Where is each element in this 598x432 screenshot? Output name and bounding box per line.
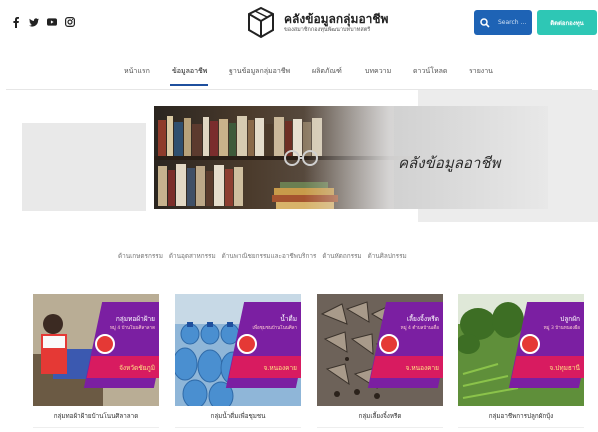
logo-subtitle: ของสมาชิกกองทุนพัฒนาบทบาทสตรี [284,27,371,33]
search-placeholder: Search ... [498,19,527,26]
card-caption[interactable]: กลุ่มน้ำดื่มเพื่อชุมชน [175,406,301,428]
main-nav: หน้าแรก ข้อมูลอาชีพ ฐานข้อมูลกลุ่มอาชีพ … [0,63,598,85]
card-image: กลุ่มทอผ้าฝ้าย หมู่ 4 บ้านโนนศิลาลาด จัง… [33,294,159,406]
category-agriculture[interactable]: ด้านเกษตรกรรม [118,251,163,261]
contact-button[interactable]: ติดต่อกองทุน [537,10,597,35]
category-filter: ด้านเกษตรกรรม ด้านอุตสาหกรรม ด้านพาณิชยก… [118,251,407,261]
card-caption[interactable]: กลุ่มเลี้ยงจิ้งหรีด [317,406,443,428]
logo-title: คลังข้อมูลกลุ่มอาชีพ [284,12,389,26]
category-commerce-services[interactable]: ด้านพาณิชยกรรมและอาชีพบริการ [222,251,317,261]
nav-item-articles[interactable]: บทความ [365,66,391,77]
card-image: เลี้ยงจิ้งหรีด หมู่ 4 ตำบลบ้านเดื่อ จ.หน… [317,294,443,406]
career-card[interactable]: กลุ่มทอผ้าฝ้าย หมู่ 4 บ้านโนนศิลาลาด จัง… [33,294,159,432]
category-handicraft[interactable]: ด้านหัตถกรรม [322,251,361,261]
career-card[interactable]: น้ำดื่ม เพื่อชุมชนบ้านโนนศิลา จ.หนองคาย … [175,294,301,432]
youtube-icon[interactable] [47,16,57,28]
emblem-icon [379,334,399,354]
twitter-icon[interactable] [29,16,39,28]
nav-item-download[interactable]: ดาวน์โหลด [413,66,447,77]
search-icon [480,17,490,28]
career-card[interactable]: ปลูกผัก หมู่ 3 บ้านหนองผือ จ.ปทุมธานี กล… [458,294,584,432]
social-links [11,16,75,28]
search-button[interactable]: Search ... [474,10,532,35]
instagram-icon[interactable] [65,16,75,28]
card-caption[interactable]: กลุ่มทอผ้าฝ้ายบ้านโนนศิลาลาด [33,406,159,428]
nav-item-home[interactable]: หน้าแรก [124,66,150,77]
nav-item-group-database[interactable]: ฐานข้อมูลกลุ่มอาชีพ [229,66,290,77]
career-card[interactable]: เลี้ยงจิ้งหรีด หมู่ 4 ตำบลบ้านเดื่อ จ.หน… [317,294,443,432]
header: คลังข้อมูลกลุ่มอาชีพ ของสมาชิกกองทุนพัฒน… [0,0,598,52]
banner-backdrop-left [22,123,146,211]
box-logo-icon [248,6,274,39]
banner-title: คลังข้อมูลอาชีพ [398,154,501,172]
site-logo[interactable]: คลังข้อมูลกลุ่มอาชีพ ของสมาชิกกองทุนพัฒน… [246,6,388,40]
category-arts[interactable]: ด้านศิลปกรรม [368,251,407,261]
nav-item-reports[interactable]: รายงาน [469,66,493,77]
facebook-icon[interactable] [11,16,21,28]
card-image: ปลูกผัก หมู่ 3 บ้านหนองผือ จ.ปทุมธานี [458,294,584,406]
emblem-icon [95,334,115,354]
card-caption[interactable]: กลุ่มอาชีพการปลูกผักบุ้ง [458,406,584,428]
card-image: น้ำดื่ม เพื่อชุมชนบ้านโนนศิลา จ.หนองคาย [175,294,301,406]
nav-active-indicator [170,84,208,86]
emblem-icon [237,334,257,354]
nav-item-career-info[interactable]: ข้อมูลอาชีพ [172,66,207,77]
nav-item-products[interactable]: ผลิตภัณฑ์ [312,66,342,77]
category-industry[interactable]: ด้านอุตสาหกรรม [169,251,216,261]
emblem-icon [520,334,540,354]
